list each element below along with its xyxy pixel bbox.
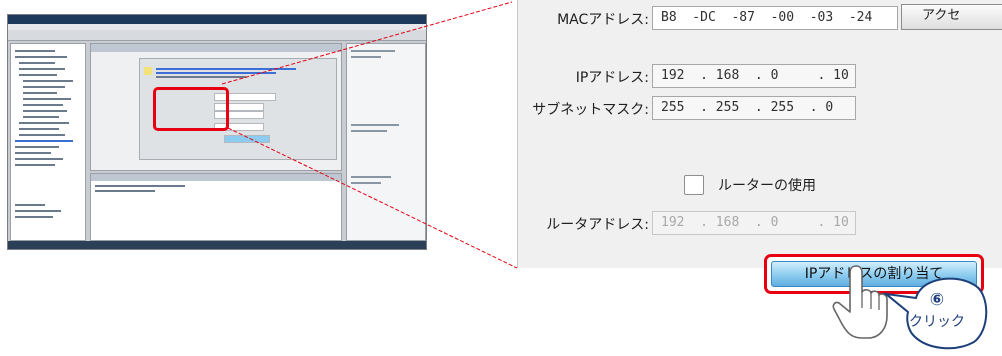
mac-label: MACアドレス: bbox=[557, 12, 649, 28]
subnet-mask-field[interactable]: 255 . 255 . 255 . 0 bbox=[652, 96, 856, 120]
ip-assign-panel: MACアドレス: B8 -DC -87 -00 -03 -24 アクセ IPアド… bbox=[517, 0, 1002, 268]
ip-label: IPアドレス: bbox=[575, 70, 649, 86]
subnet-label: サブネットマスク: bbox=[532, 102, 649, 118]
mac-address-field[interactable]: B8 -DC -87 -00 -03 -24 bbox=[652, 6, 898, 30]
use-router-checkbox[interactable] bbox=[684, 175, 704, 195]
router-label: ルータアドレス: bbox=[546, 217, 649, 233]
step-number: ⑥ bbox=[929, 290, 945, 310]
router-address-field: 192 . 168 . 0 . 10 bbox=[652, 211, 856, 235]
ip-address-field[interactable]: 192 . 168 . 0 . 10 bbox=[652, 64, 856, 88]
step-instruction: クリック bbox=[909, 314, 965, 330]
callout-content: ⑥ クリック bbox=[882, 290, 992, 332]
use-router-label: ルーターの使用 bbox=[718, 178, 816, 194]
accessible-devices-button[interactable]: アクセ bbox=[901, 4, 1002, 30]
